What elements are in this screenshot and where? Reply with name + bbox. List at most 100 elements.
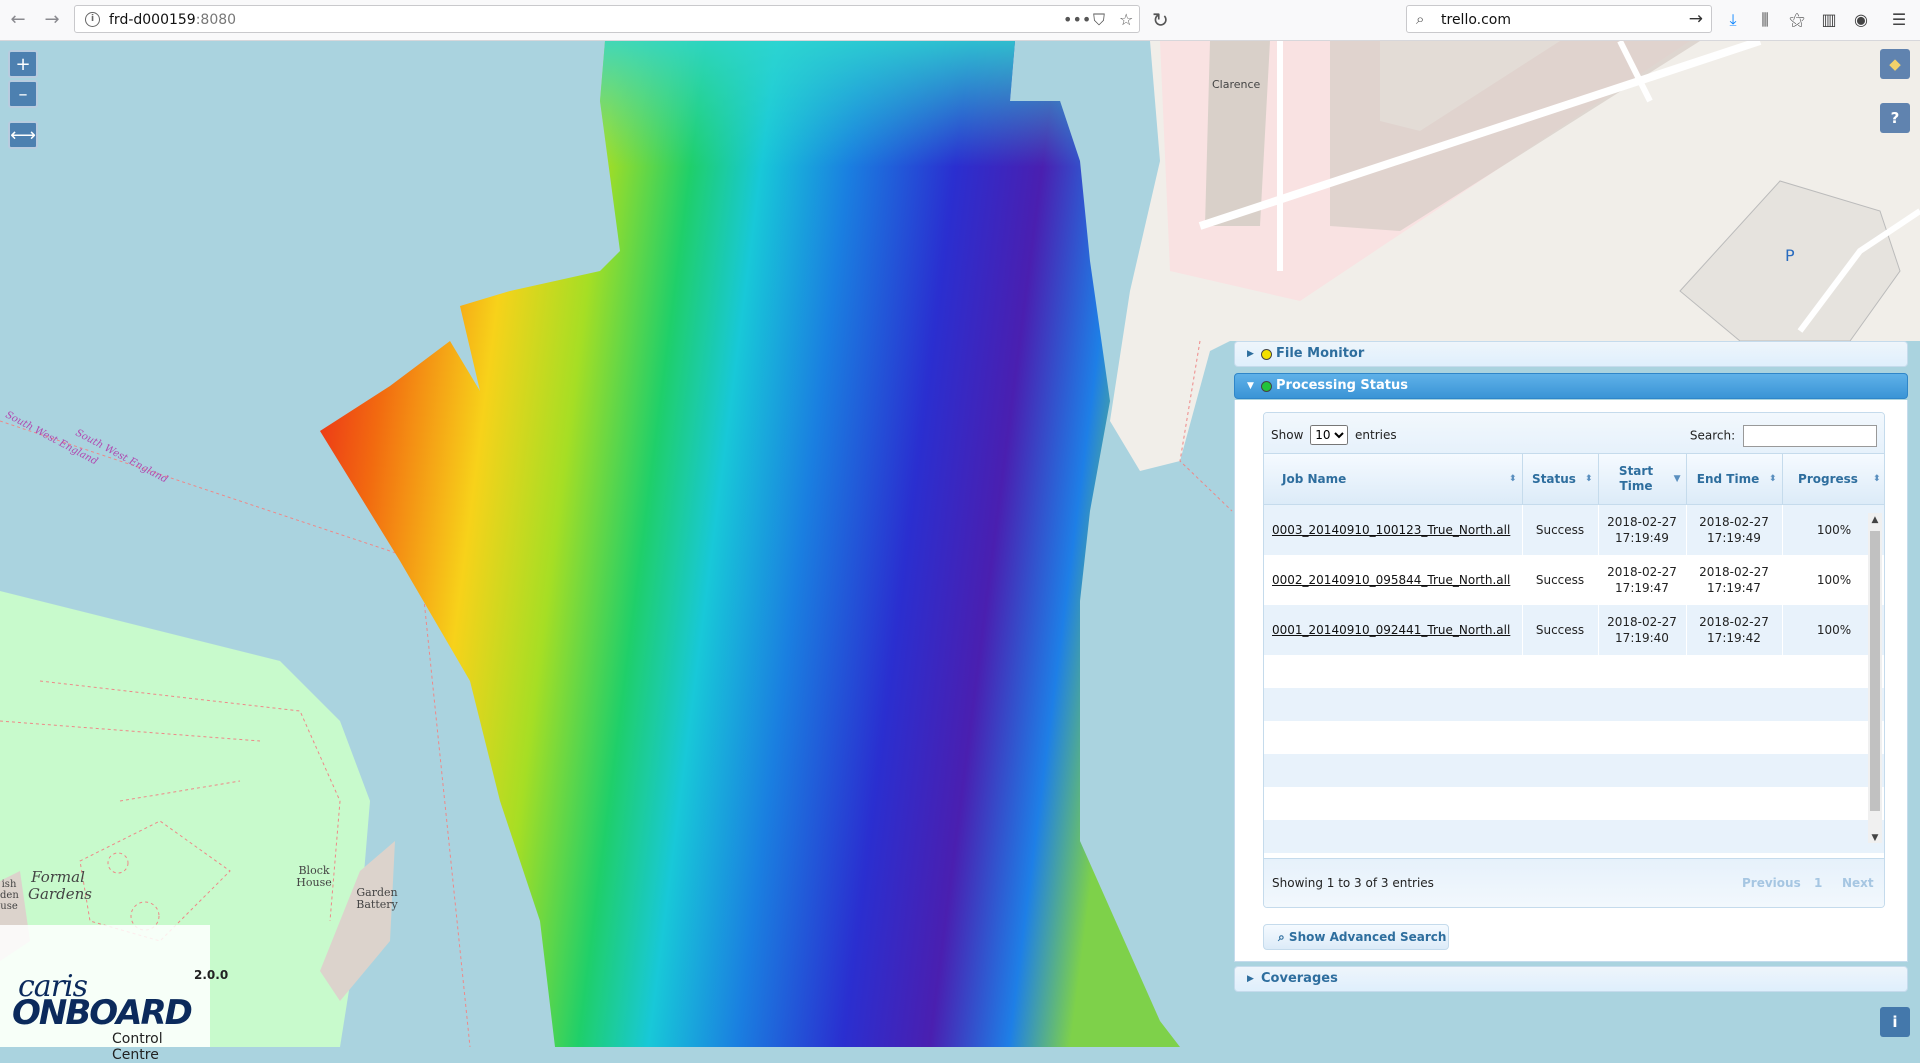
job-start-time: 2018-02-27 17:19:40: [1598, 605, 1687, 655]
coverages-header[interactable]: ▶ Coverages: [1234, 966, 1908, 992]
collapsed-triangle-icon: ▶: [1247, 349, 1254, 359]
extension-icon[interactable]: ⚝: [1786, 9, 1808, 31]
entries-label: entries: [1355, 428, 1397, 442]
show-label: Show: [1271, 428, 1304, 442]
table-row[interactable]: 0002_20140910_095844_True_North.all Succ…: [1264, 555, 1884, 605]
job-status: Success: [1522, 504, 1599, 555]
account-icon[interactable]: ◉: [1850, 9, 1872, 31]
processing-status-header[interactable]: ▼ Processing Status: [1234, 373, 1908, 399]
map-label-parking: P: [1785, 246, 1795, 265]
job-name-link[interactable]: 0001_20140910_092441_True_North.all: [1264, 605, 1523, 655]
url-text: frd-d000159:8080: [109, 12, 237, 28]
sort-desc-icon: ▼: [1673, 474, 1681, 484]
downloads-icon[interactable]: ⤓: [1722, 9, 1744, 31]
scroll-up-icon[interactable]: ▲: [1868, 515, 1882, 525]
map-label-formal-gardens: Formal Gardens: [28, 868, 92, 903]
column-header-status[interactable]: Status ⬍: [1522, 454, 1599, 505]
layer-switcher-icon[interactable]: ◆: [1880, 49, 1910, 79]
file-monitor-header[interactable]: ▶ File Monitor: [1234, 341, 1908, 367]
sort-both-icon: ⬍: [1508, 474, 1517, 484]
search-icon: ⌕: [1416, 10, 1425, 28]
table-row[interactable]: 0003_20140910_100123_True_North.all Succ…: [1264, 504, 1884, 555]
collapsed-triangle-icon: ▶: [1247, 974, 1254, 984]
logo-subtitle: Control Centre: [112, 1031, 163, 1063]
jobs-table: Job Name ⬍ Status ⬍ Start Time ▼ End Time ⬍ …: [1264, 454, 1884, 853]
processing-status-body: Show 10 entries Search: Job Name ⬍ Status…: [1234, 400, 1908, 962]
job-name-link[interactable]: 0003_20140910_100123_True_North.all: [1264, 504, 1523, 555]
table-search-input[interactable]: [1743, 425, 1877, 447]
map-label-partial: ish den use: [0, 879, 19, 912]
url-bar[interactable]: i frd-d000159:8080 ••• ⛉ ☆: [74, 5, 1140, 33]
magnifier-icon: ⌕: [1278, 930, 1285, 944]
page-actions-icon[interactable]: •••: [1063, 10, 1091, 29]
empty-row: [1264, 820, 1884, 853]
column-header-progress[interactable]: Progress ⬍: [1782, 454, 1884, 505]
column-header-job-name[interactable]: Job Name ⬍: [1264, 454, 1523, 505]
datatable-footer: Showing 1 to 3 of 3 entries Previous 1 N…: [1264, 858, 1884, 907]
empty-row: [1264, 721, 1884, 754]
map-label-clarence: Clarence: [1212, 78, 1261, 91]
empty-row: [1264, 688, 1884, 721]
help-button[interactable]: ?: [1880, 103, 1910, 133]
zoom-in-button[interactable]: +: [8, 50, 38, 78]
back-icon[interactable]: ←: [6, 8, 30, 32]
expanded-triangle-icon: ▼: [1247, 381, 1254, 391]
site-info-icon[interactable]: i: [85, 12, 100, 27]
column-header-start-time[interactable]: Start Time ▼: [1598, 454, 1687, 505]
advanced-search-label: Show Advanced Search: [1288, 930, 1447, 944]
job-status: Success: [1522, 555, 1599, 605]
job-start-time: 2018-02-27 17:19:49: [1598, 504, 1687, 555]
search-bar[interactable]: ⌕ trello.com →: [1406, 5, 1712, 33]
processing-status-dot: [1261, 381, 1272, 392]
job-name-link[interactable]: 0002_20140910_095844_True_North.all: [1264, 555, 1523, 605]
scroll-down-icon[interactable]: ▼: [1868, 833, 1882, 843]
sort-both-icon: ⬍: [1872, 474, 1881, 484]
forward-icon[interactable]: →: [40, 8, 64, 32]
previous-page-button[interactable]: Previous: [1742, 876, 1801, 890]
library-icon[interactable]: ⫼: [1754, 9, 1776, 31]
jobs-datatable: Show 10 entries Search: Job Name ⬍ Status…: [1263, 412, 1885, 908]
file-monitor-status-dot: [1261, 349, 1272, 360]
map-label-garden-battery: Garden Battery: [356, 886, 398, 912]
search-go-icon[interactable]: →: [1689, 9, 1703, 29]
page-number-button[interactable]: 1: [1814, 876, 1822, 890]
browser-toolbar: ← → i frd-d000159:8080 ••• ⛉ ☆ ↻ ⌕ trell…: [0, 0, 1920, 41]
empty-row: [1264, 787, 1884, 820]
table-info-text: Showing 1 to 3 of 3 entries: [1272, 876, 1434, 890]
info-button[interactable]: i: [1880, 1007, 1910, 1037]
job-end-time: 2018-02-27 17:19:42: [1686, 605, 1783, 655]
table-scrollbar[interactable]: ▲ ▼: [1868, 513, 1882, 843]
job-status: Success: [1522, 605, 1599, 655]
search-value: trello.com: [1441, 12, 1511, 28]
zoom-out-button[interactable]: –: [8, 80, 38, 108]
column-header-end-time[interactable]: End Time ⬍: [1686, 454, 1783, 505]
empty-row: [1264, 754, 1884, 787]
bookmark-star-icon[interactable]: ☆: [1119, 10, 1133, 29]
search-label: Search:: [1689, 428, 1736, 443]
page-length-select[interactable]: 10: [1310, 425, 1349, 445]
pocket-icon[interactable]: ⛉: [1093, 10, 1105, 30]
empty-row: [1264, 655, 1884, 688]
map-label-block-house: Block House: [296, 864, 332, 890]
page-length-control: Show 10 entries: [1271, 425, 1397, 445]
processing-status-label: Processing Status: [1276, 378, 1408, 393]
datatable-toolbar: Show 10 entries Search:: [1264, 413, 1884, 454]
sidebar-icon[interactable]: ▥: [1818, 9, 1840, 31]
job-end-time: 2018-02-27 17:19:49: [1686, 504, 1783, 555]
sort-both-icon: ⬍: [1584, 474, 1593, 484]
caris-onboard-logo: caris ONBOARD 2.0.0 Control Centre: [0, 925, 228, 1063]
table-row[interactable]: 0001_20140910_092441_True_North.all Succ…: [1264, 605, 1884, 655]
zoom-extent-button[interactable]: ⟷: [8, 121, 38, 149]
coverages-label: Coverages: [1261, 971, 1338, 986]
logo-onboard-text: ONBOARD: [12, 993, 193, 1033]
scrollbar-thumb[interactable]: [1870, 531, 1880, 811]
menu-icon[interactable]: ☰: [1888, 9, 1910, 31]
version-label: 2.0.0: [194, 968, 229, 982]
reload-icon[interactable]: ↻: [1152, 8, 1169, 32]
show-advanced-search-button[interactable]: ⌕ Show Advanced Search: [1263, 924, 1449, 950]
next-page-button[interactable]: Next: [1842, 876, 1874, 890]
job-start-time: 2018-02-27 17:19:47: [1598, 555, 1687, 605]
file-monitor-label: File Monitor: [1276, 346, 1365, 361]
sort-both-icon: ⬍: [1768, 474, 1777, 484]
table-search: Search:: [1690, 425, 1877, 447]
